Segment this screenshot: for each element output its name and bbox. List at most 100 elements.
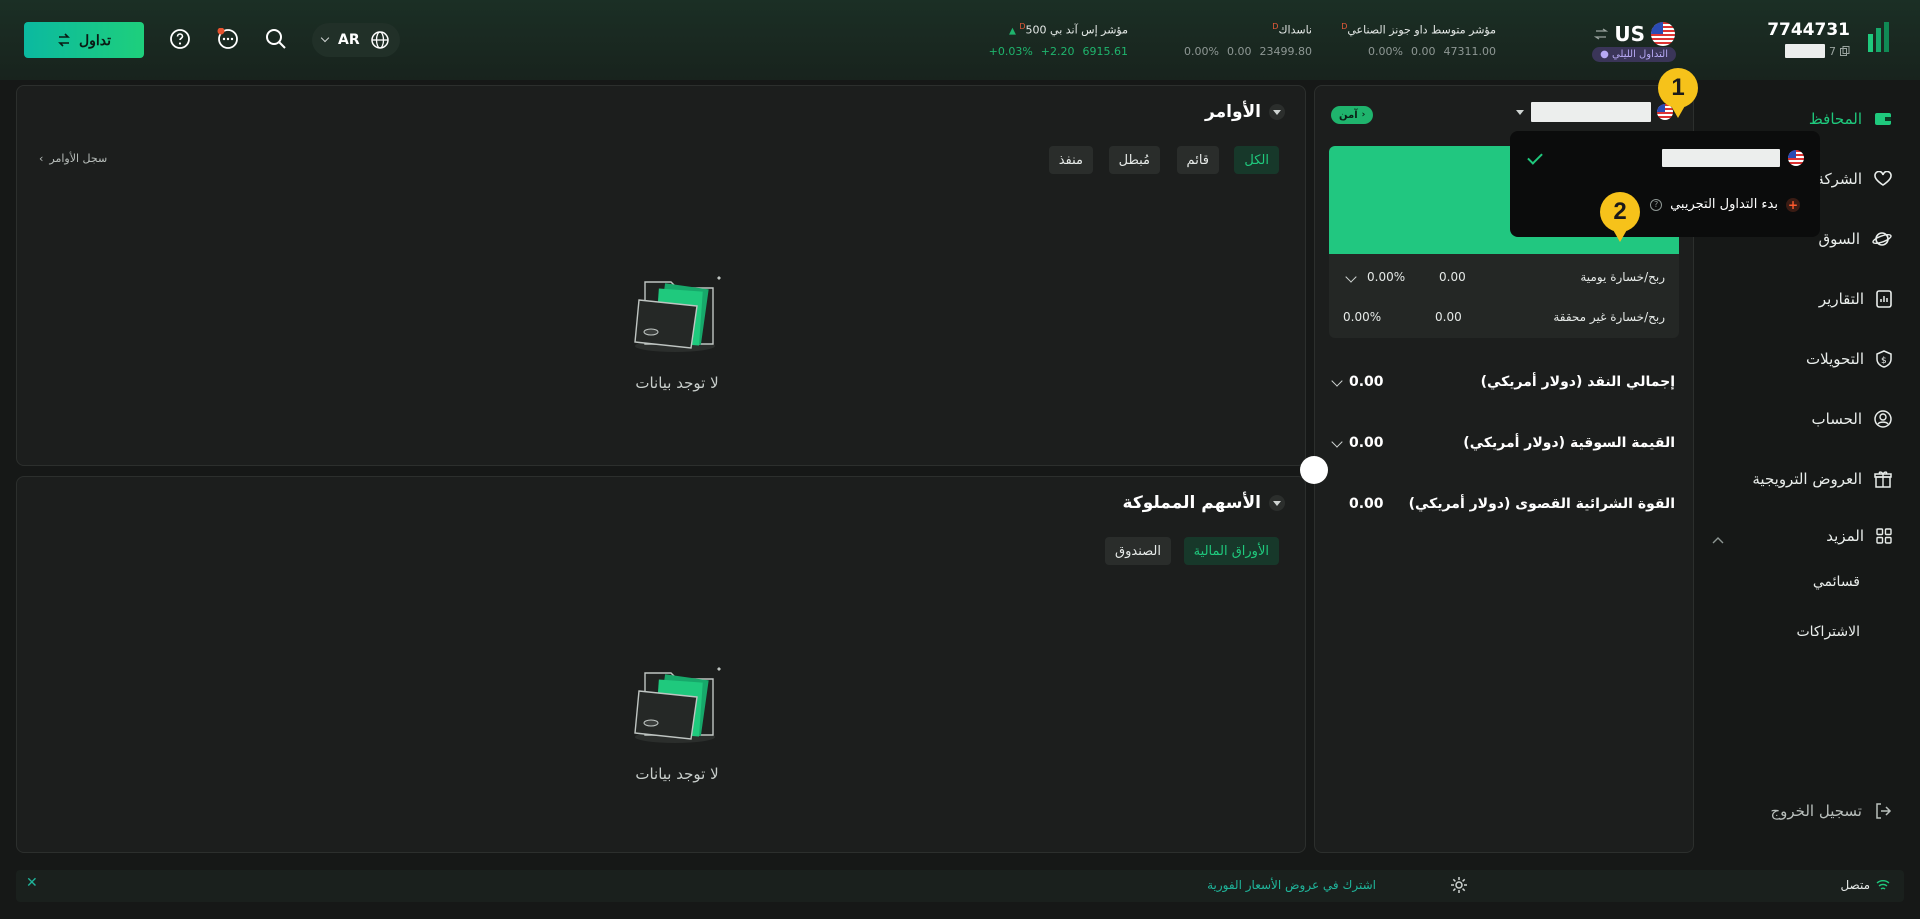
sidebar-item-label: الحساب: [1811, 410, 1863, 428]
search-icon: [266, 29, 286, 49]
sidebar-item-vouchers[interactable]: قسائمي: [1813, 574, 1860, 590]
masked-account: [1785, 44, 1825, 58]
orders-title[interactable]: الأوامر: [1205, 102, 1285, 122]
connection-status: متصل: [1840, 878, 1890, 892]
gift-icon: [1874, 471, 1892, 488]
caret-down-icon: [1269, 104, 1285, 120]
language-code: AR: [338, 32, 360, 48]
chevron-right-icon: ›: [1361, 110, 1366, 120]
orders-empty-state: لا توجد بيانات: [617, 266, 737, 392]
holdings-title[interactable]: الأسهم المملوكة: [1123, 493, 1285, 513]
unrealized-pl-row: ربح/خسارة غير محققة 0.00 0.00%: [1343, 310, 1665, 324]
dropdown-account-item[interactable]: [1662, 149, 1804, 167]
messages-button[interactable]: [216, 27, 240, 51]
index-nasdaq[interactable]: Dناسداك 0.00% 0.00 23499.80: [1184, 22, 1312, 58]
help-icon: [170, 29, 190, 49]
filter-filled[interactable]: منفذ: [1048, 146, 1093, 174]
total-cash-row[interactable]: إجمالي النقد (دولار أمريكي) 0.00: [1329, 374, 1679, 398]
report-icon: [1876, 290, 1892, 308]
account-sub: 7: [1785, 44, 1850, 58]
tutorial-marker-2: 2: [1600, 192, 1640, 242]
help-icon: ?: [1650, 198, 1663, 211]
transfer-icon: $: [1876, 350, 1892, 368]
sidebar-item-label: المحافظ: [1808, 110, 1862, 128]
plus-icon: +: [1786, 197, 1800, 212]
sidebar-item-label: الشركة: [1816, 170, 1862, 188]
index-sp500[interactable]: ▲ Dمؤشر إس آند بي 500 +0.03% +2.20 6915.61: [989, 22, 1128, 58]
chevron-down-icon: [320, 33, 330, 43]
sidebar-item-subscriptions[interactable]: الاشتراكات: [1796, 624, 1860, 640]
sidebar-item-more[interactable]: المزيد: [1826, 527, 1892, 545]
wifi-icon: [1876, 880, 1890, 890]
sidebar-item-portfolios[interactable]: المحافظ: [1809, 110, 1892, 128]
sidebar-item-market[interactable]: السوق: [1818, 230, 1892, 248]
sidebar-item-company[interactable]: الشركة: [1816, 170, 1892, 188]
language-selector[interactable]: AR: [312, 23, 400, 57]
sidebar-item-label: العروض الترويجية: [1752, 470, 1862, 488]
heart-icon: [1874, 171, 1892, 186]
search-button[interactable]: [264, 27, 288, 51]
index-dow[interactable]: Dمؤشر متوسط داو جونز الصناعي 0.00% 0.00 47…: [1341, 22, 1496, 58]
holdings-empty-label: لا توجد بيانات: [635, 765, 719, 783]
sidebar-item-promotions[interactable]: العروض الترويجية: [1752, 470, 1892, 488]
trade-icon: [58, 33, 70, 47]
orders-empty-label: لا توجد بيانات: [635, 374, 719, 392]
chevron-down-icon: [1331, 375, 1343, 387]
buying-power-row: القوة الشرائية القصوى (دولار أمريكي) 0.0…: [1349, 496, 1675, 512]
empty-folder-icon: [634, 667, 721, 743]
user-icon: [1874, 410, 1892, 428]
sidebar-item-label: التقارير: [1818, 290, 1864, 308]
chevron-down-icon: [1331, 436, 1343, 448]
start-demo-label: بدء التداول التجريبي: [1670, 197, 1778, 212]
masked-account-name: [1662, 149, 1780, 167]
filter-securities[interactable]: الأوراق المالية: [1183, 537, 1279, 565]
copy-icon[interactable]: [1840, 46, 1850, 56]
night-trading-badge: ● التداول الليلي: [1592, 47, 1676, 62]
logo-icon: [1868, 22, 1889, 52]
market-value-row[interactable]: القيمة السوقية (دولار أمريكي) 0.00: [1329, 435, 1679, 459]
panel-resize-handle[interactable]: [1300, 456, 1328, 484]
filter-open[interactable]: قائم: [1176, 146, 1219, 174]
start-demo-trading[interactable]: ? بدء التداول التجريبي +: [1650, 197, 1800, 212]
filter-fund[interactable]: الصندوق: [1105, 537, 1171, 565]
switch-icon: [1594, 28, 1609, 40]
up-arrow-icon: ▲: [1008, 26, 1016, 37]
account-dropdown: ? بدء التداول التجريبي +: [1510, 131, 1820, 237]
trade-button[interactable]: تداول: [24, 22, 144, 58]
wallet-icon: [1875, 113, 1891, 125]
sidebar-item-transfers[interactable]: التحويلات $: [1806, 350, 1892, 368]
order-history-link[interactable]: ‹ سجل الأوامر: [39, 152, 107, 165]
subscribe-quotes-link[interactable]: اشترك في عروض الأسعار الفورية: [1207, 878, 1376, 892]
filter-cancelled[interactable]: مُبطل: [1108, 146, 1160, 174]
chevron-up-icon[interactable]: [1712, 535, 1724, 547]
account-sub-prefix: 7: [1829, 44, 1836, 58]
globe-icon: [370, 31, 389, 49]
close-icon[interactable]: ✕: [26, 875, 38, 891]
chat-icon: [217, 28, 238, 49]
account-selector[interactable]: [1515, 102, 1673, 122]
top-bar: 7744731 7 US ● التداول الليلي Dمؤشر متوس…: [0, 0, 1920, 80]
help-button[interactable]: [168, 27, 192, 51]
sidebar-item-label: التحويلات: [1806, 350, 1864, 368]
planet-icon: [1872, 232, 1892, 246]
masked-account-name: [1531, 102, 1651, 122]
sidebar-item-reports[interactable]: التقارير: [1819, 290, 1892, 308]
holdings-empty-state: لا توجد بيانات: [617, 657, 737, 783]
settings-button[interactable]: [1450, 876, 1468, 894]
chevron-down-icon[interactable]: [1345, 271, 1357, 283]
gear-icon: [1451, 877, 1467, 893]
sidebar-item-account[interactable]: الحساب: [1812, 410, 1893, 428]
logout-label: تسجيل الخروج: [1770, 802, 1862, 820]
daily-pl-row: ربح/خسارة يومية 0.00 0.00%: [1329, 270, 1679, 290]
logout-button[interactable]: تسجيل الخروج: [1770, 802, 1892, 820]
market-selector[interactable]: US: [1594, 22, 1675, 46]
chevron-left-icon: ‹: [39, 152, 44, 165]
us-flag-icon: [1788, 150, 1804, 166]
grid-icon: [1876, 528, 1892, 544]
safe-badge[interactable]: آمن ›: [1331, 106, 1374, 124]
sidebar-item-label: السوق: [1818, 230, 1860, 248]
account-id[interactable]: 7744731: [1767, 20, 1850, 40]
status-bar: متصل اشترك في عروض الأسعار الفورية ✕: [16, 870, 1904, 902]
filter-all[interactable]: الكل: [1234, 146, 1279, 174]
tutorial-marker-1: 1: [1658, 68, 1698, 118]
